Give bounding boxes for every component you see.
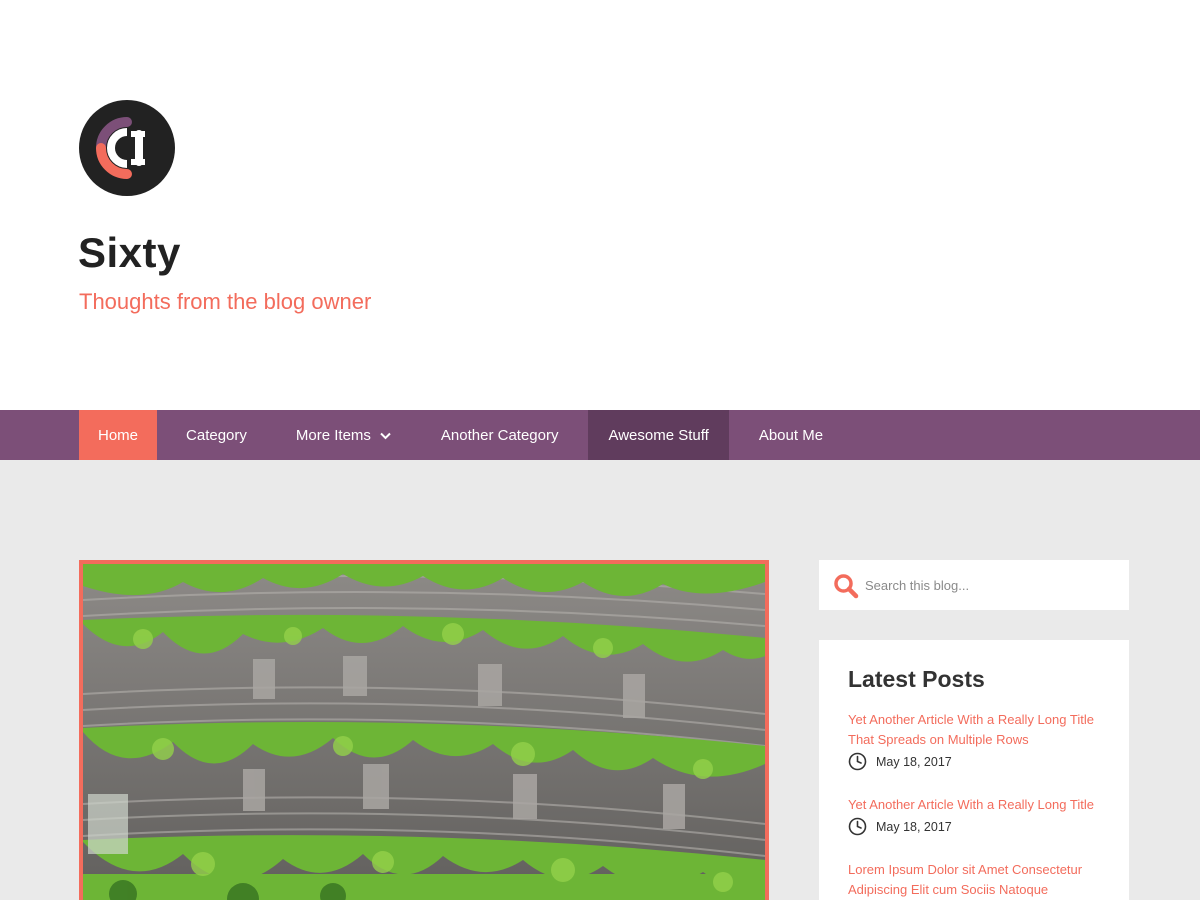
- nav-item-label: Home: [98, 426, 139, 444]
- nav-menu: Home Category More Items Another Categor…: [79, 410, 853, 460]
- site-tagline: Thoughts from the blog owner: [79, 289, 372, 314]
- latest-posts-widget: Latest Posts Yet Another Article With a …: [819, 640, 1129, 900]
- site-title[interactable]: Sixty: [78, 226, 181, 280]
- post-date-text: May 18, 2017: [876, 754, 952, 769]
- nav-item-more-items[interactable]: More Items: [276, 410, 411, 460]
- post-title-link[interactable]: Yet Another Article With a Really Long T…: [848, 710, 1108, 750]
- main-content: Latest Posts Yet Another Article With a …: [0, 460, 1200, 900]
- list-item: Yet Another Article With a Really Long T…: [848, 795, 1108, 836]
- chevron-down-icon: [380, 427, 391, 444]
- post-title-link[interactable]: Yet Another Article With a Really Long T…: [848, 795, 1108, 815]
- widget-title: Latest Posts: [848, 666, 985, 692]
- list-item: Lorem Ipsum Dolor sit Amet Consectetur A…: [848, 860, 1108, 900]
- post-date: May 18, 2017: [848, 817, 1108, 836]
- clock-icon: [848, 817, 867, 836]
- clock-icon: [848, 752, 867, 771]
- nav-item-home[interactable]: Home: [79, 410, 158, 460]
- nav-item-label: Awesome Stuff: [608, 426, 709, 444]
- latest-posts-list: Yet Another Article With a Really Long T…: [848, 710, 1108, 900]
- search-box: [819, 560, 1129, 610]
- nav-item-label: More Items: [295, 426, 371, 444]
- nav-item-another-category[interactable]: Another Category: [411, 410, 589, 460]
- search-icon[interactable]: [833, 573, 859, 599]
- nav-item-label: Another Category: [440, 426, 559, 444]
- site-logo[interactable]: [79, 100, 175, 196]
- nav-item-category[interactable]: Category: [157, 410, 276, 460]
- logo-mark-icon: [96, 117, 145, 179]
- nav-item-about-me[interactable]: About Me: [729, 410, 853, 460]
- list-item: Yet Another Article With a Really Long T…: [848, 710, 1108, 771]
- search-input[interactable]: [865, 570, 1115, 600]
- building-plants-image: [83, 564, 765, 900]
- site-header: Sixty Thoughts from the blog owner: [0, 0, 1200, 410]
- post-title-link[interactable]: Lorem Ipsum Dolor sit Amet Consectetur A…: [848, 860, 1108, 900]
- post-date: May 18, 2017: [848, 752, 1108, 771]
- featured-image[interactable]: [79, 560, 769, 900]
- nav-item-label: Category: [186, 426, 247, 444]
- main-navigation: Home Category More Items Another Categor…: [0, 410, 1200, 460]
- nav-item-label: About Me: [758, 426, 824, 444]
- post-date-text: May 18, 2017: [876, 819, 952, 834]
- nav-item-awesome-stuff[interactable]: Awesome Stuff: [588, 410, 729, 460]
